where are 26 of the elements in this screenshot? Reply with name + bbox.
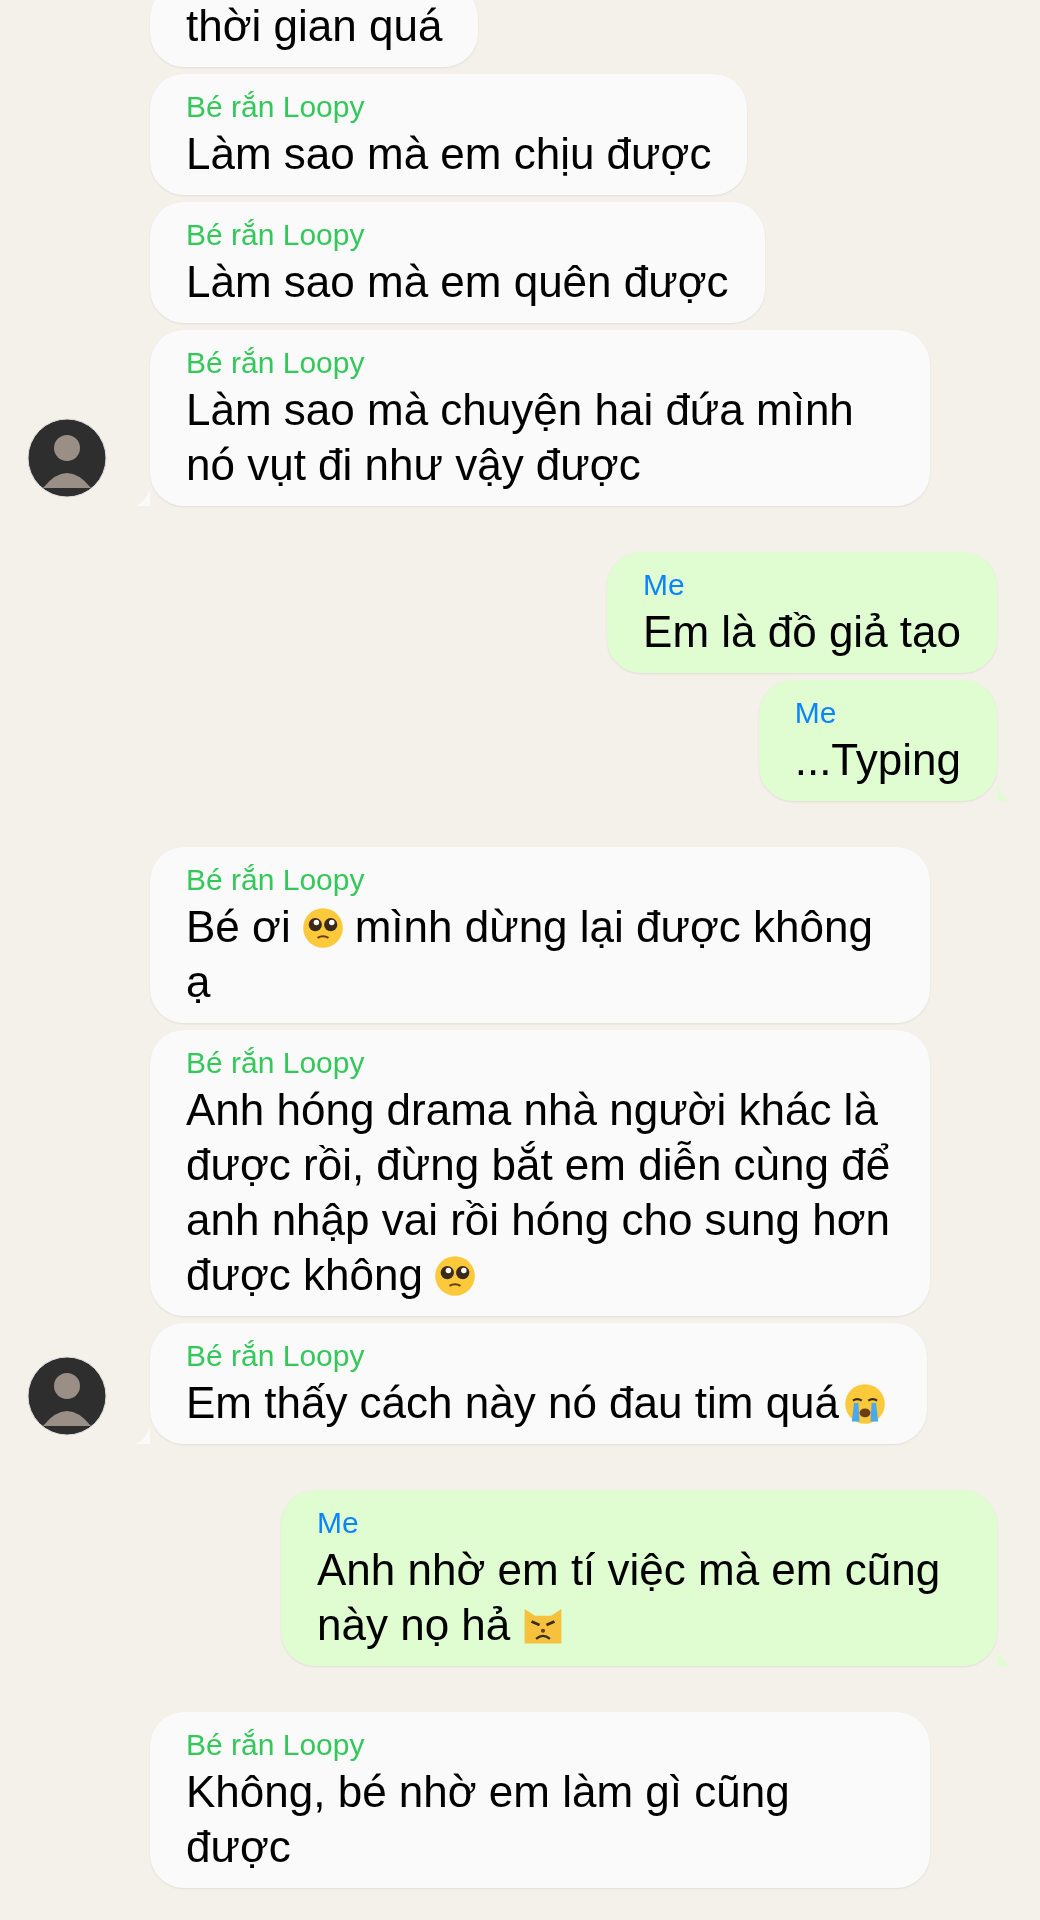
pleading-face-icon: [300, 906, 345, 950]
pleading-face-icon: [432, 1254, 477, 1298]
sender-name: Bé rắn Loopy: [186, 345, 366, 381]
sender-name: Bé rắn Loopy: [186, 1045, 366, 1081]
sender-name: Me: [794, 695, 838, 731]
message-text: Anh nhờ em tí việc mà em cũng này nọ hả: [317, 1544, 942, 1651]
message-text: Không, bé nhờ em làm gì cũng được: [186, 1766, 791, 1873]
sender-name: Bé rắn Loopy: [186, 1727, 366, 1763]
sender-name: Bé rắn Loopy: [186, 1338, 366, 1374]
sender-name: Me: [317, 1505, 360, 1541]
message-text: Bé ơi mình dừng lại được không ạ: [186, 901, 874, 1008]
message-text: Làm sao mà em quên được: [186, 256, 729, 308]
sender-name: Me: [643, 567, 686, 603]
crying-face-icon: [843, 1382, 888, 1426]
message-text: Làm sao mà em chịu được: [186, 128, 712, 180]
sender-name: Bé rắn Loopy: [186, 217, 366, 253]
message-text: Em là đồ giả tạo: [643, 606, 961, 658]
message-text: Anh hóng drama nhà người khác là được rồi, đừng bắt em diễn cùng để anh nhập vai rồi hóng cho sung hơn được không: [186, 1084, 892, 1301]
message-text: thời gian quá: [186, 0, 443, 52]
message-text: Làm sao mà chuyện hai đứa mình nó vụt đi như vậy được: [186, 384, 855, 491]
message-text: ...Typing: [794, 734, 961, 786]
avatar[interactable]: [27, 1356, 107, 1436]
sender-name: Bé rắn Loopy: [186, 862, 366, 898]
sender-name: Bé rắn Loopy: [186, 89, 366, 125]
message-text: Em thấy cách này nó đau tim quá: [186, 1375, 892, 1430]
avatar[interactable]: [27, 418, 107, 498]
